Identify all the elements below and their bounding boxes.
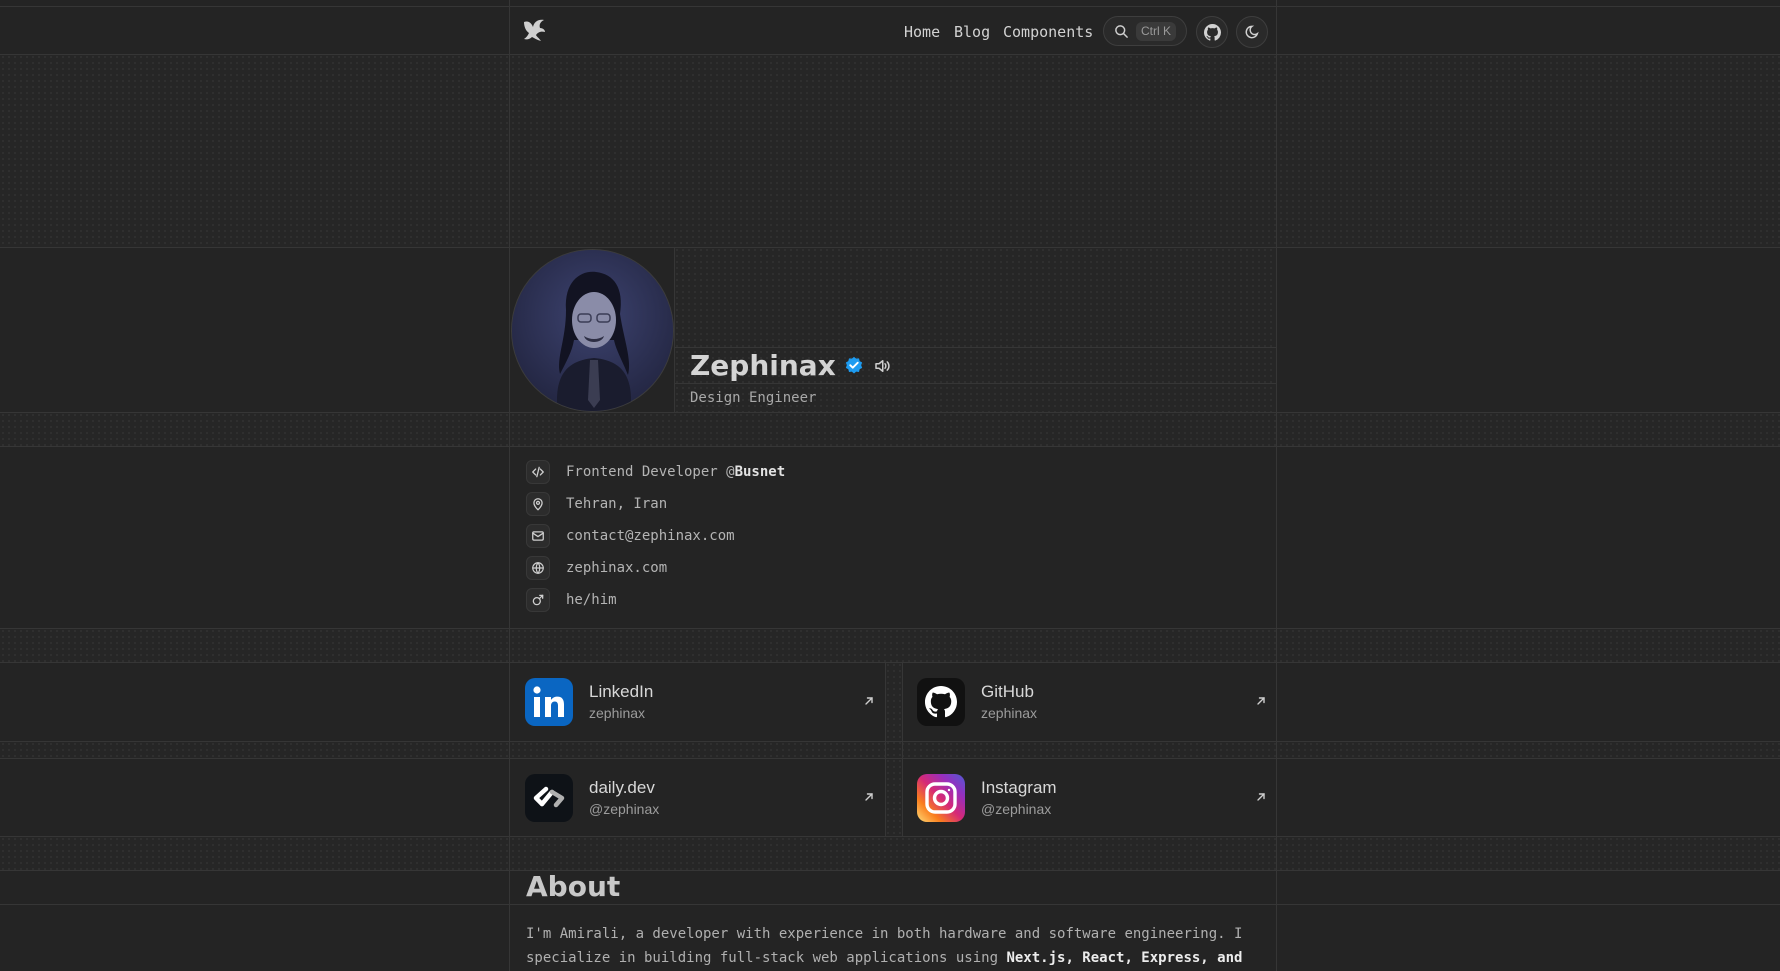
social-card-instagram[interactable]: Instagram @zephinax (902, 759, 1277, 837)
shortcut-badge: Ctrl K (1136, 22, 1176, 41)
github-button[interactable] (1196, 16, 1228, 48)
social-card-dailydev[interactable]: daily.dev @zephinax (510, 759, 885, 837)
company-link[interactable]: Busnet (735, 464, 786, 480)
info-location-text: Tehran, Iran (566, 496, 668, 512)
social-title: LinkedIn (589, 682, 654, 701)
info-item-location: Tehran, Iran (526, 492, 1026, 516)
social-handle: @zephinax (981, 801, 1052, 817)
external-arrow-icon (1257, 793, 1265, 801)
theme-toggle-button[interactable] (1236, 16, 1268, 48)
top-nav: Home Blog Components Ctrl K (510, 7, 1277, 54)
social-title: GitHub (981, 682, 1034, 701)
pronounce-speaker-icon[interactable] (873, 357, 891, 375)
profile-name-row: Zephinax (690, 349, 891, 382)
separator-band (0, 836, 1780, 870)
github-icon (1203, 23, 1221, 41)
external-arrow-icon (1257, 697, 1265, 705)
avatar (511, 249, 674, 412)
social-handle: @zephinax (589, 801, 660, 817)
nav-blog[interactable]: Blog (954, 23, 990, 41)
social-handle: zephinax (981, 705, 1038, 721)
profile-role: Design Engineer (690, 390, 817, 406)
card-gap-band-vertical (885, 662, 902, 836)
male-icon (526, 588, 550, 612)
linkedin-icon (525, 678, 573, 726)
separator-band (0, 628, 1780, 662)
instagram-icon (917, 774, 965, 822)
social-card-github[interactable]: GitHub zephinax (902, 663, 1277, 741)
social-card-linkedin[interactable]: LinkedIn zephinax (510, 663, 885, 741)
info-website-link[interactable]: zephinax.com (566, 560, 667, 576)
external-arrow-icon (865, 793, 873, 801)
nav-components[interactable]: Components (1003, 23, 1093, 41)
info-job-text: Frontend Developer @ (566, 464, 735, 480)
social-title: daily.dev (589, 778, 655, 797)
nav-home[interactable]: Home (904, 23, 940, 41)
social-handle: zephinax (589, 705, 646, 721)
info-item-job: Frontend Developer @Busnet (526, 460, 1026, 484)
search-button[interactable]: Ctrl K (1103, 16, 1187, 46)
separator-band (0, 412, 1780, 446)
globe-icon (526, 556, 550, 580)
hero-pattern (0, 54, 1780, 247)
info-item-email: contact@zephinax.com (526, 524, 1026, 548)
search-icon (1115, 25, 1128, 38)
code-icon (526, 460, 550, 484)
info-item-website: zephinax.com (526, 556, 1026, 580)
info-item-pronouns: he/him (526, 588, 1026, 612)
github-icon (917, 678, 965, 726)
about-heading: About (526, 870, 621, 903)
info-pronouns-text: he/him (566, 592, 617, 608)
social-title: Instagram (981, 778, 1057, 797)
profile-name: Zephinax (690, 349, 836, 382)
phoenix-logo-icon[interactable] (520, 16, 548, 44)
external-arrow-icon (865, 697, 873, 705)
hero-pattern-right (674, 247, 1277, 412)
mail-icon (526, 524, 550, 548)
about-tech: Next.js, React, Express, and (1006, 950, 1243, 966)
theme-toggle-icon (1245, 25, 1259, 39)
about-text: I'm Amirali, a developer with experience… (526, 922, 1261, 970)
dailydev-icon (525, 774, 573, 822)
verified-badge-icon (845, 356, 862, 373)
map-pin-icon (526, 492, 550, 516)
info-email-link[interactable]: contact@zephinax.com (566, 528, 735, 544)
